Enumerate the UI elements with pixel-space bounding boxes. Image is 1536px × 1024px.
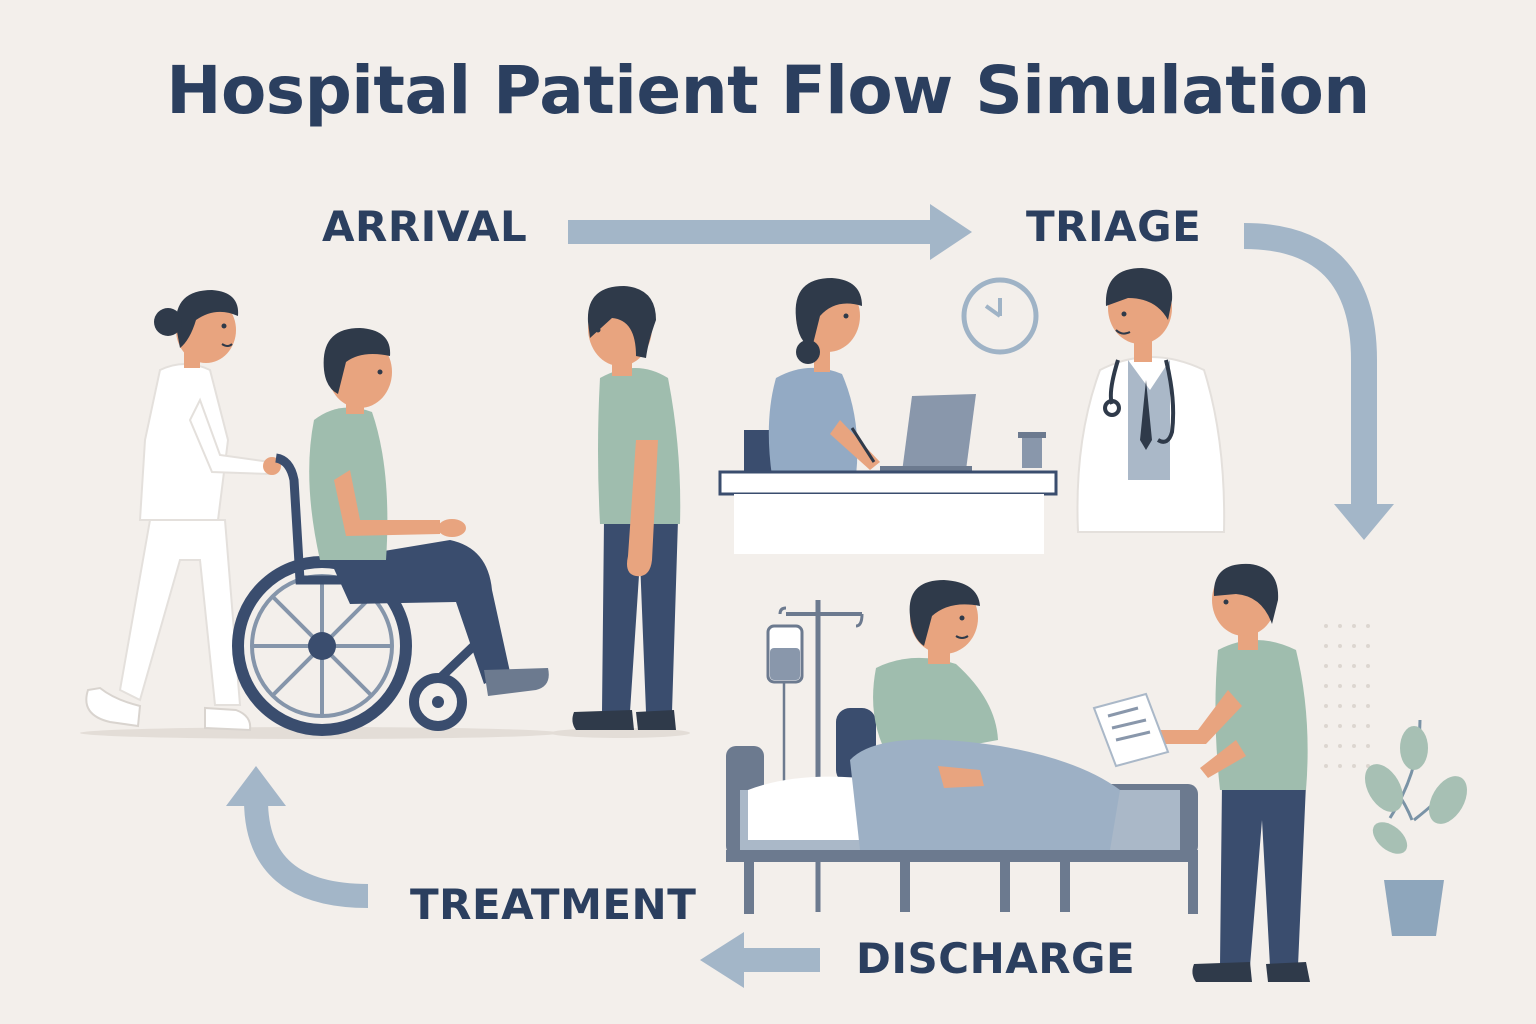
doctor-figure [1076,268,1226,533]
arrow-discharge-back [700,932,820,988]
cup-icon [1018,432,1046,468]
potted-plant-icon [1365,719,1467,936]
arrow-arrival-to-triage [568,204,972,260]
clock-icon [961,277,1039,355]
document-icon [1092,692,1170,768]
laptop-icon [880,394,976,474]
dot-pattern [1324,624,1370,768]
bed-patient [748,580,1120,850]
discharge-staff-head [1212,563,1279,650]
wheelchair-patient [309,328,549,696]
arrow-treatment-to-arrival [226,766,369,908]
nurse-figure [85,290,281,732]
standing-patient [572,286,681,730]
triage-nurse [744,278,880,478]
flow-illustration [80,204,1467,988]
arrow-triage-to-treatment [1243,223,1394,540]
triage-desk [718,470,1058,554]
